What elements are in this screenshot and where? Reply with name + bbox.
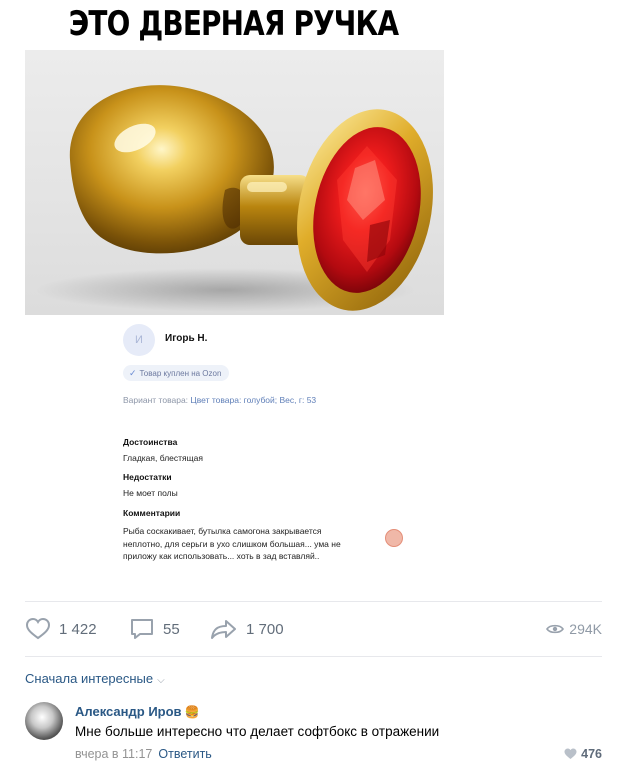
product-photo xyxy=(25,50,444,315)
cons-text: Не моет полы xyxy=(123,488,178,498)
views-count: 294K xyxy=(569,621,602,637)
views-counter: 294K xyxy=(546,615,602,643)
pros-heading: Достоинства xyxy=(123,437,178,447)
comment-count: 55 xyxy=(163,620,180,638)
eye-icon xyxy=(546,624,565,634)
comment-meta: вчера в 11:17 Ответить xyxy=(75,747,212,761)
purchase-badge: ✓ Товар куплен на Ozon xyxy=(123,365,230,381)
commenter-name-link[interactable]: Александр Иров 🍔 xyxy=(75,704,200,719)
share-arrow-icon xyxy=(211,620,236,639)
cons-heading: Недостатки xyxy=(123,472,172,482)
gold-plug-illustration xyxy=(35,85,433,312)
divider xyxy=(25,656,602,657)
comment-icon xyxy=(131,619,153,639)
purchase-badge-label: Товар куплен на Ozon xyxy=(139,369,222,378)
heart-icon xyxy=(564,748,577,759)
commenter-name: Александр Иров xyxy=(75,704,182,719)
laughing-emoji-icon xyxy=(385,529,403,547)
ozon-review-card: И Игорь Н. ✓ Товар куплен на Ozon Вариант… xyxy=(107,316,427,578)
comment-text: Мне больше интересно что делает софтбокс… xyxy=(75,724,440,739)
commenter-avatar[interactable] xyxy=(25,702,63,740)
sort-label: Сначала интересные xyxy=(25,671,154,686)
comments-sort-dropdown[interactable]: Сначала интересные ⌵ xyxy=(25,671,165,686)
like-button[interactable]: 1 422 xyxy=(25,615,97,643)
product-variant: Вариант товара: Цвет товара: голубой; Ве… xyxy=(123,394,353,407)
check-icon: ✓ xyxy=(129,368,137,378)
review-comment-text: Рыба соскакивает, бутылка самогона закры… xyxy=(123,526,341,561)
pros-text: Гладкая, блестящая xyxy=(123,453,203,463)
like-count: 1 422 xyxy=(59,620,97,638)
reviewer-name: Игорь Н. xyxy=(165,333,208,344)
reply-link[interactable]: Ответить xyxy=(158,747,211,761)
post-actions-bar: 1 422 55 1 700 294K xyxy=(25,615,602,643)
burger-emoji-icon: 🍔 xyxy=(184,705,200,719)
comment-like-count: 476 xyxy=(581,747,602,761)
share-button[interactable]: 1 700 xyxy=(210,615,284,643)
chevron-down-icon: ⌵ xyxy=(157,675,165,686)
divider xyxy=(25,601,602,602)
reviewer-avatar: И xyxy=(123,324,155,356)
comment-time: вчера в 11:17 xyxy=(75,747,153,761)
meme-title: ЭТО ДВЕРНАЯ РУЧКА xyxy=(68,4,399,44)
comment-button[interactable]: 55 xyxy=(129,615,180,643)
heart-icon xyxy=(25,617,51,640)
comments-heading: Комментарии xyxy=(123,508,181,518)
variant-value: Цвет товара: голубой; Вес, г: 53 xyxy=(190,395,317,405)
share-count: 1 700 xyxy=(246,620,284,638)
comment-like-button[interactable]: 476 xyxy=(564,747,602,761)
variant-label: Вариант товара: xyxy=(123,395,189,405)
